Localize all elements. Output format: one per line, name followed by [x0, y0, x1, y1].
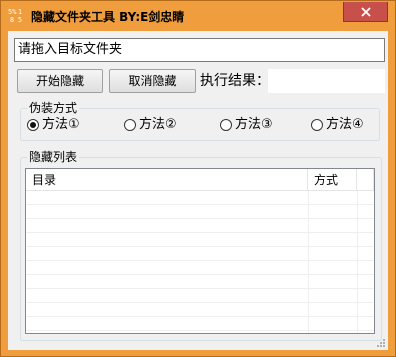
- result-label: 执行结果：: [200, 73, 270, 89]
- radio-unselected-icon: [124, 119, 136, 131]
- radio-method-1[interactable]: 方法①: [27, 117, 80, 133]
- radio-label: 方法②: [139, 117, 177, 132]
- app-icon: 5% 1 8 5: [8, 8, 24, 24]
- result-value: [268, 69, 385, 93]
- empty-row: [26, 191, 374, 205]
- start-hide-button[interactable]: 开始隐藏: [17, 69, 103, 93]
- empty-row: [26, 233, 374, 247]
- close-icon: [360, 6, 371, 17]
- app-icon-glyph: 8: [9, 16, 15, 24]
- list-header: 目录 方式: [26, 169, 374, 191]
- radio-method-3[interactable]: 方法③: [220, 117, 273, 133]
- list-body[interactable]: [26, 191, 374, 333]
- hidden-list-title: 隐藏列表: [27, 150, 80, 164]
- title-bar[interactable]: 5% 1 8 5 隐藏文件夹工具 BY:E剑忠睛: [1, 1, 395, 31]
- cancel-hide-button[interactable]: 取消隐藏: [109, 69, 196, 93]
- resize-grip-icon[interactable]: [376, 338, 386, 348]
- hidden-list-group: 隐藏列表 目录 方式: [20, 150, 382, 341]
- empty-row: [26, 303, 374, 317]
- empty-row: [26, 289, 374, 303]
- empty-row: [26, 219, 374, 233]
- empty-row: [26, 317, 374, 331]
- client-area: 请拖入目标文件夹 开始隐藏 取消隐藏 执行结果： 伪装方式 方法① 方法② 方法…: [8, 31, 388, 350]
- radio-label: 方法①: [42, 117, 80, 132]
- radio-method-2[interactable]: 方法②: [124, 117, 177, 133]
- empty-row: [26, 247, 374, 261]
- app-icon-glyph: 5: [17, 16, 23, 24]
- empty-row: [26, 261, 374, 275]
- column-header-filler: [357, 169, 374, 191]
- radio-label: 方法③: [235, 117, 273, 132]
- empty-row: [26, 205, 374, 219]
- radio-selected-icon: [27, 119, 39, 131]
- radio-method-4[interactable]: 方法④: [311, 117, 364, 133]
- column-header-directory[interactable]: 目录: [26, 169, 308, 191]
- radio-label: 方法④: [326, 117, 364, 132]
- radio-unselected-icon: [220, 119, 232, 131]
- app-window: 5% 1 8 5 隐藏文件夹工具 BY:E剑忠睛 请拖入目标文件夹 开始隐藏 取…: [0, 0, 396, 357]
- close-button[interactable]: [343, 2, 388, 22]
- window-title: 隐藏文件夹工具 BY:E剑忠睛: [31, 10, 185, 24]
- app-icon-glyph: 5%: [8, 8, 17, 16]
- column-header-mode[interactable]: 方式: [308, 169, 357, 191]
- disguise-mode-group: 伪装方式 方法① 方法② 方法③ 方法④: [20, 101, 380, 141]
- empty-row: [26, 275, 374, 289]
- folder-path-input[interactable]: 请拖入目标文件夹: [14, 38, 385, 62]
- hidden-list-view[interactable]: 目录 方式: [25, 168, 375, 334]
- disguise-mode-title: 伪装方式: [27, 101, 80, 115]
- radio-unselected-icon: [311, 119, 323, 131]
- app-icon-glyph: 1: [17, 8, 23, 16]
